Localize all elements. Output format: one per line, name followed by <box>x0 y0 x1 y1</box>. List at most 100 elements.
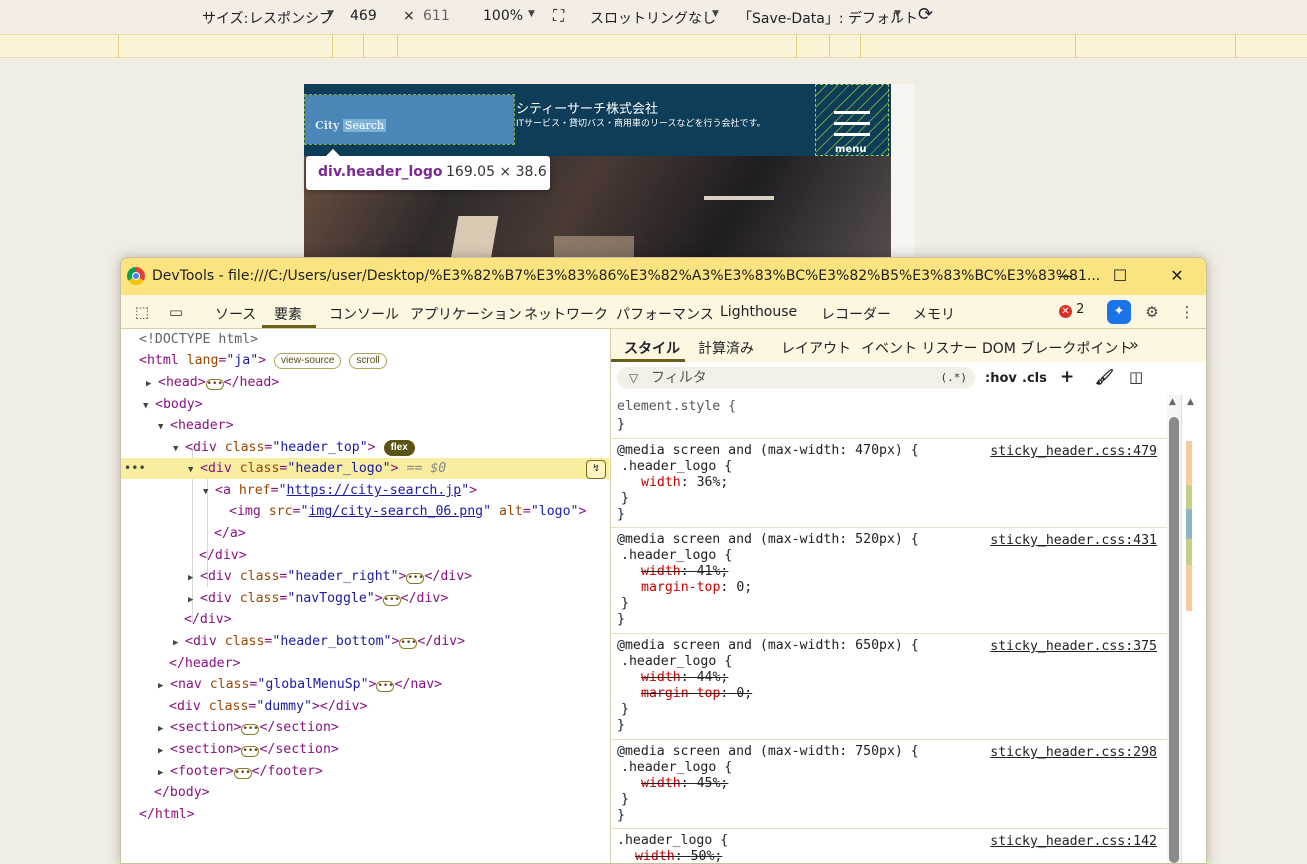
tab-event-listeners[interactable]: イベント リスナー <box>861 338 977 358</box>
paint-icon[interactable]: 🖌 <box>1095 368 1114 386</box>
rule-element-style[interactable]: element.style { } <box>611 395 1167 439</box>
gear-icon[interactable]: ⚙ <box>1142 302 1162 322</box>
tab-application[interactable]: アプリケーション <box>410 304 522 324</box>
rotate-icon[interactable]: ⟳ <box>918 4 933 25</box>
class-toggle-button[interactable]: .cls <box>1022 371 1047 386</box>
dom-node[interactable]: ▶ <section>•••</section> <box>121 717 609 738</box>
header-logo-highlight[interactable]: City Search <box>304 94 515 145</box>
site-logo[interactable]: City Search <box>315 119 387 132</box>
dom-node-selected[interactable]: ••• ▼ <div class="header_logo"> == $0 ↯ <box>121 458 609 479</box>
window-titlebar[interactable]: DevTools - file:///C:/Users/user/Desktop… <box>121 258 1206 295</box>
dom-node[interactable]: </div> <box>121 609 609 630</box>
node-actions-icon[interactable]: ••• <box>124 458 146 479</box>
chevron-down-icon[interactable]: ▼ <box>327 9 334 19</box>
dom-node[interactable]: </a> <box>121 523 609 544</box>
href-link[interactable]: https://city-search.jp <box>287 483 462 498</box>
ellipsis-icon[interactable]: ••• <box>205 379 224 390</box>
view-source-badge[interactable]: view-source <box>274 353 342 369</box>
ellipsis-icon[interactable]: ••• <box>406 573 425 584</box>
source-link[interactable]: sticky_header.css:298 <box>990 745 1157 760</box>
dom-node[interactable]: ▶ <div class="navToggle">•••</div> <box>121 588 609 609</box>
dom-node[interactable]: ▶ <head>•••</head> <box>121 372 609 393</box>
dom-node[interactable]: </html> <box>121 804 609 825</box>
scroll-up-icon[interactable]: ▲ <box>1169 397 1176 407</box>
tab-memory[interactable]: メモリ <box>913 304 955 324</box>
dom-node[interactable]: ▼ <a href="https://city-search.jp"> <box>121 480 609 501</box>
ellipsis-icon[interactable]: ••• <box>399 638 418 649</box>
nav-toggle[interactable]: menu <box>815 84 889 156</box>
more-options-icon[interactable]: ⋮ <box>1177 302 1197 322</box>
tab-layout[interactable]: レイアウト <box>781 338 851 358</box>
chevron-down-icon[interactable]: ▼ <box>894 9 901 19</box>
capture-icon[interactable]: ⛶ <box>553 6 564 26</box>
width-input[interactable]: 469 <box>350 8 377 24</box>
dom-node[interactable]: <!DOCTYPE html> <box>121 329 609 350</box>
media-query-ruler[interactable] <box>0 34 1307 58</box>
ellipsis-icon[interactable]: ••• <box>382 595 401 606</box>
rule-header-logo[interactable]: .header_logo { sticky_header.css:142 wid… <box>611 829 1167 863</box>
tab-performance[interactable]: パフォーマンス <box>616 304 714 324</box>
flex-badge[interactable]: flex <box>383 440 415 456</box>
dom-node[interactable]: </header> <box>121 653 609 674</box>
ellipsis-icon[interactable]: ••• <box>241 724 260 735</box>
source-link[interactable]: sticky_header.css:479 <box>990 444 1157 459</box>
maximize-icon[interactable]: ☐ <box>1108 264 1132 288</box>
styles-filter-input[interactable]: ▽ フィルタ (.*) <box>617 367 975 389</box>
tab-dom-breakpoints[interactable]: DOM ブレークポイント <box>982 338 1132 358</box>
device-select[interactable]: レスポンシブ <box>249 8 333 28</box>
dom-node[interactable]: ▶ <div class="header_right">•••</div> <box>121 566 609 587</box>
dom-node[interactable]: ▼ <header> <box>121 415 609 436</box>
inspect-element-icon[interactable]: ⬚ <box>132 302 152 322</box>
source-link[interactable]: sticky_header.css:375 <box>990 639 1157 654</box>
dom-node[interactable]: <html lang="ja"> view-source scroll <box>121 350 609 371</box>
zoom-select[interactable]: 100% <box>483 8 523 24</box>
dom-node[interactable]: ▼ <body> <box>121 394 609 415</box>
scrollbar-thumb[interactable] <box>1169 417 1179 863</box>
dom-node[interactable]: ▶ <footer>•••</footer> <box>121 761 609 782</box>
dom-node[interactable]: </body> <box>121 782 609 803</box>
height-input[interactable]: 611 <box>423 8 450 24</box>
tab-lighthouse[interactable]: Lighthouse <box>720 304 797 320</box>
tab-recorder[interactable]: レコーダー <box>821 304 891 324</box>
hover-state-button[interactable]: :hov <box>985 371 1017 386</box>
new-rule-icon[interactable]: + <box>1060 367 1074 387</box>
source-link[interactable]: sticky_header.css:142 <box>990 834 1157 849</box>
scroll-badge[interactable]: scroll <box>349 353 387 369</box>
scroll-up-icon[interactable]: ▲ <box>1187 397 1194 407</box>
dom-node[interactable]: ▶ <nav class="globalMenuSp">•••</nav> <box>121 674 609 695</box>
ai-node-icon[interactable]: ↯ <box>586 460 606 479</box>
more-tabs-icon[interactable]: » <box>1129 335 1139 354</box>
dom-node[interactable]: </div> <box>121 545 609 566</box>
tab-elements[interactable]: 要素 <box>274 304 302 324</box>
ai-assistant-icon[interactable]: ✦ <box>1107 300 1131 324</box>
dom-node[interactable]: <div class="dummy"></div> <box>121 696 609 717</box>
rule-media-750[interactable]: @media screen and (max-width: 750px) { s… <box>611 740 1167 829</box>
tab-console[interactable]: コンソール <box>329 304 399 324</box>
dom-node[interactable]: ▼ <div class="header_top"> flex <box>121 437 609 458</box>
tab-network[interactable]: ネットワーク <box>524 304 608 324</box>
styles-scrollbar[interactable]: ▲ <box>1167 395 1181 863</box>
error-badge[interactable]: ✕ 2 <box>1059 302 1084 318</box>
device-toolbar-icon[interactable]: ▭ <box>166 302 186 322</box>
rule-media-520[interactable]: @media screen and (max-width: 520px) { s… <box>611 528 1167 634</box>
tab-computed[interactable]: 計算済み <box>698 338 754 358</box>
throttle-select[interactable]: スロットリングなし <box>590 8 716 28</box>
minimize-icon[interactable]: — <box>1053 264 1077 288</box>
chevron-down-icon[interactable]: ▼ <box>712 9 719 19</box>
rule-media-650[interactable]: @media screen and (max-width: 650px) { s… <box>611 634 1167 740</box>
chevron-down-icon[interactable]: ▼ <box>528 9 535 19</box>
source-link[interactable]: sticky_header.css:431 <box>990 533 1157 548</box>
ellipsis-icon[interactable]: ••• <box>233 768 252 779</box>
tab-styles[interactable]: スタイル <box>624 338 680 358</box>
dom-node[interactable]: ▶ <div class="header_bottom">•••</div> <box>121 631 609 652</box>
regex-toggle[interactable]: (.*) <box>941 367 968 389</box>
close-icon[interactable]: ✕ <box>1165 264 1189 288</box>
save-data-select[interactable]: 「Save-Data」: デフォルト <box>738 8 918 28</box>
rule-media-470[interactable]: @media screen and (max-width: 470px) { s… <box>611 439 1167 528</box>
src-link[interactable]: img/city-search_06.png <box>308 504 483 519</box>
ellipsis-icon[interactable]: ••• <box>241 746 260 757</box>
tab-sources[interactable]: ソース <box>215 304 256 324</box>
ellipsis-icon[interactable]: ••• <box>376 681 395 692</box>
dom-node[interactable]: <img src="img/city-search_06.png" alt="l… <box>121 501 609 522</box>
dom-node[interactable]: ▶ <section>•••</section> <box>121 739 609 760</box>
